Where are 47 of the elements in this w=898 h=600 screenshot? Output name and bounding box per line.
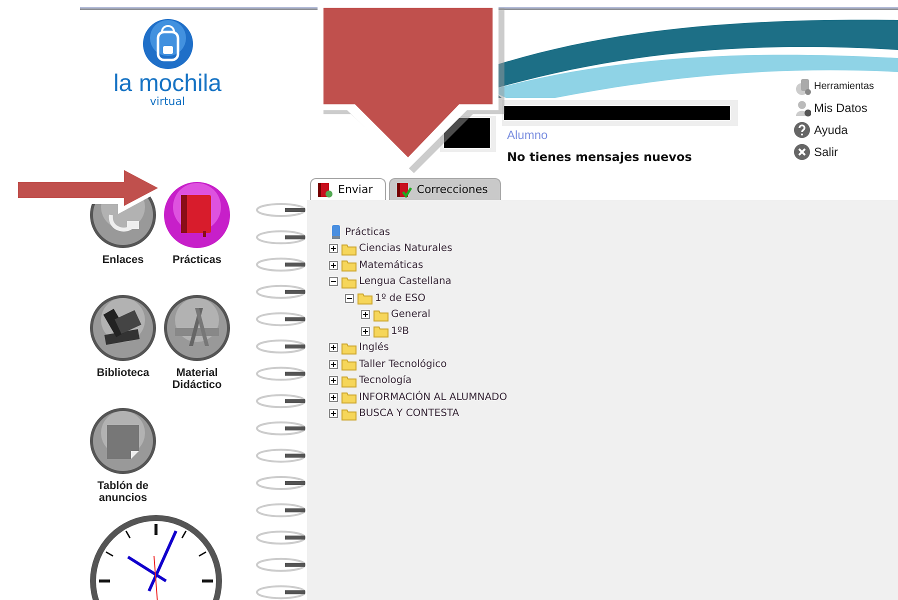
tree-item[interactable]: Prácticas [345,226,390,238]
tab[interactable]: Correcciones [388,178,501,200]
tree-item[interactable]: Lengua Castellana [359,276,452,288]
sidebar-item[interactable]: Material Didáctico [160,294,234,398]
logo-tagline: virtual [150,96,186,107]
expand-icon[interactable] [361,326,370,336]
note-icon [89,407,157,475]
expand-icon[interactable] [329,409,338,418]
tree-item[interactable]: Taller Tecnológico [359,358,447,370]
book-icon [163,181,231,249]
header-link[interactable]: Ayuda [793,120,874,140]
header-link[interactable]: Mis Datos [793,98,874,118]
books-icon [89,294,157,362]
expand-icon[interactable] [361,310,370,320]
help-icon [793,121,811,139]
header-link[interactable]: Herramientas [793,76,874,96]
logo-text: la mochila [113,72,222,96]
book-check-icon [396,182,412,198]
expand-icon[interactable] [329,260,338,270]
collapse-icon[interactable] [345,294,354,303]
tree-item[interactable]: Tecnología [359,375,412,386]
collapse-icon[interactable] [329,277,338,286]
user-info-icon [793,99,811,117]
expand-icon[interactable] [329,343,338,352]
tree-item[interactable]: 1ºB [391,326,409,337]
tree-item[interactable]: Inglés [359,342,389,354]
tab[interactable]: Enviar [310,178,386,200]
ruler-pencil-icon [163,294,231,362]
user-role: Alumno [507,128,549,142]
messages-notice: No tienes mensajes nuevos [507,150,693,164]
tree-item[interactable]: 1º de ESO [375,292,426,304]
backpack-icon [142,18,194,70]
book-send-icon [317,182,333,198]
sidebar-item[interactable]: Prácticas [160,181,234,285]
expand-icon[interactable] [329,244,338,254]
tree-item[interactable]: Ciencias Naturales [359,243,452,254]
expand-icon[interactable] [329,376,338,386]
expand-icon[interactable] [329,360,338,369]
close-icon [793,143,811,161]
sidebar-item[interactable]: Biblioteca [86,294,160,398]
tree-item[interactable]: INFORMACIÓN AL ALUMNADO [359,392,508,403]
tree-item[interactable]: General [391,309,430,320]
header-link[interactable]: Salir [793,142,874,162]
expand-icon[interactable] [329,392,338,402]
tree-item[interactable]: BUSCA Y CONTESTA [359,408,460,420]
tree-item[interactable]: Matemáticas [359,260,424,271]
sidebar-item[interactable]: Tablón de anuncios [86,407,160,511]
